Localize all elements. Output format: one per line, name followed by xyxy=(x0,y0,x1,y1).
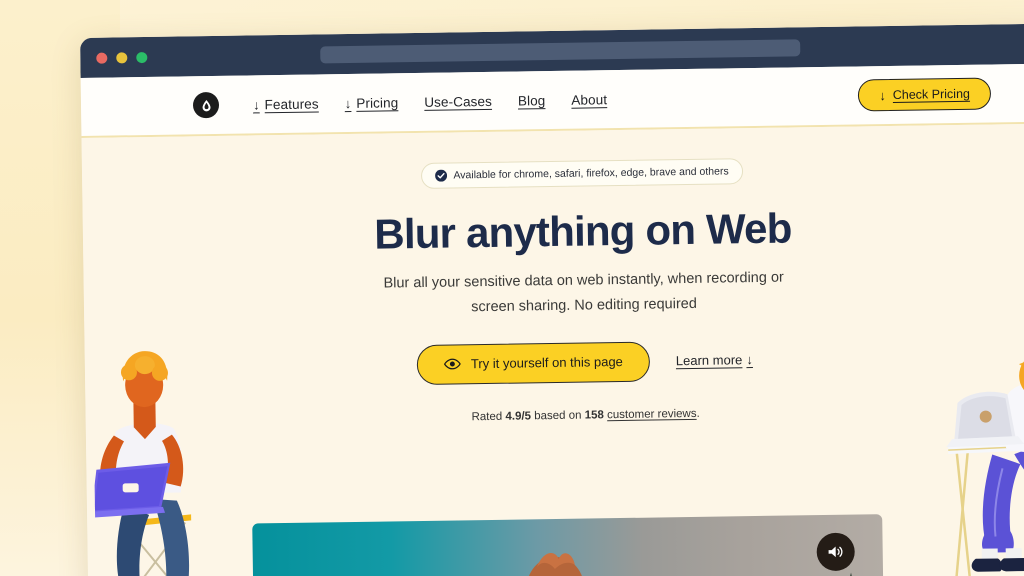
video-person-figure xyxy=(525,552,586,576)
availability-badge-text: Available for chrome, safari, firefox, e… xyxy=(453,165,729,182)
customer-reviews-link[interactable]: customer reviews xyxy=(607,408,697,421)
nav-link-label: Blog xyxy=(517,92,546,109)
url-input[interactable] xyxy=(320,38,801,63)
arrow-down-icon: ↓ xyxy=(344,95,352,111)
arrow-down-icon: ↓ xyxy=(252,96,260,112)
nav-link-use-cases[interactable]: Use-Cases xyxy=(424,93,492,109)
nav-link-pricing[interactable]: ↓ Pricing xyxy=(345,95,399,111)
nav-links: ↓ Features ↓ Pricing Use-Cases Blog Abou… xyxy=(253,92,607,112)
eye-icon xyxy=(443,358,461,370)
hero-section: Available for chrome, safari, firefox, e… xyxy=(82,153,1024,429)
rating-prefix: Rated xyxy=(471,410,506,424)
nav-link-about[interactable]: About xyxy=(571,92,607,108)
nav-link-label: Features xyxy=(264,95,319,112)
minimize-window-button[interactable] xyxy=(116,51,128,63)
page-content: Available for chrome, safari, firefox, e… xyxy=(81,123,1024,576)
availability-badge: Available for chrome, safari, firefox, e… xyxy=(421,158,743,189)
maximize-window-button[interactable] xyxy=(136,51,148,63)
hero-subtitle: Blur all your sensitive data on web inst… xyxy=(383,269,784,316)
try-it-yourself-label: Try it yourself on this page xyxy=(470,354,623,372)
rating-suffix: . xyxy=(696,407,700,420)
nav-link-features[interactable]: ↓ Features xyxy=(253,96,319,112)
nav-link-label: Pricing xyxy=(356,94,399,111)
rating-score: 4.9/5 xyxy=(505,410,532,423)
video-preview[interactable] xyxy=(252,514,884,576)
nav-link-label: Use-Cases xyxy=(424,93,493,110)
learn-more-link[interactable]: Learn more ↓ xyxy=(676,352,753,368)
close-window-button[interactable] xyxy=(96,52,108,64)
arrow-down-icon: ↓ xyxy=(746,352,753,368)
arrow-down-icon: ↓ xyxy=(879,87,886,103)
try-it-yourself-button[interactable]: Try it yourself on this page xyxy=(416,341,651,385)
nav-link-blog[interactable]: Blog xyxy=(518,93,546,108)
droplet-logo-icon[interactable] xyxy=(192,91,220,119)
speaker-volume-icon xyxy=(828,546,843,558)
check-pricing-label: Check Pricing xyxy=(892,86,971,102)
check-pricing-button[interactable]: ↓ Check Pricing xyxy=(858,77,992,112)
learn-more-label: Learn more xyxy=(675,352,743,369)
browser-window: ↓ Features ↓ Pricing Use-Cases Blog Abou… xyxy=(80,23,1024,576)
traffic-lights xyxy=(96,51,148,64)
rating-middle: based on xyxy=(530,409,585,423)
page-title: Blur anything on Web xyxy=(373,204,792,258)
hero-cta-row: Try it yourself on this page Learn more … xyxy=(416,340,754,385)
rating-text: Rated 4.9/5 based on 158 customer review… xyxy=(471,408,699,423)
check-circle-icon xyxy=(435,169,448,182)
rating-count: 158 xyxy=(584,409,604,422)
nav-link-label: About xyxy=(571,91,608,108)
